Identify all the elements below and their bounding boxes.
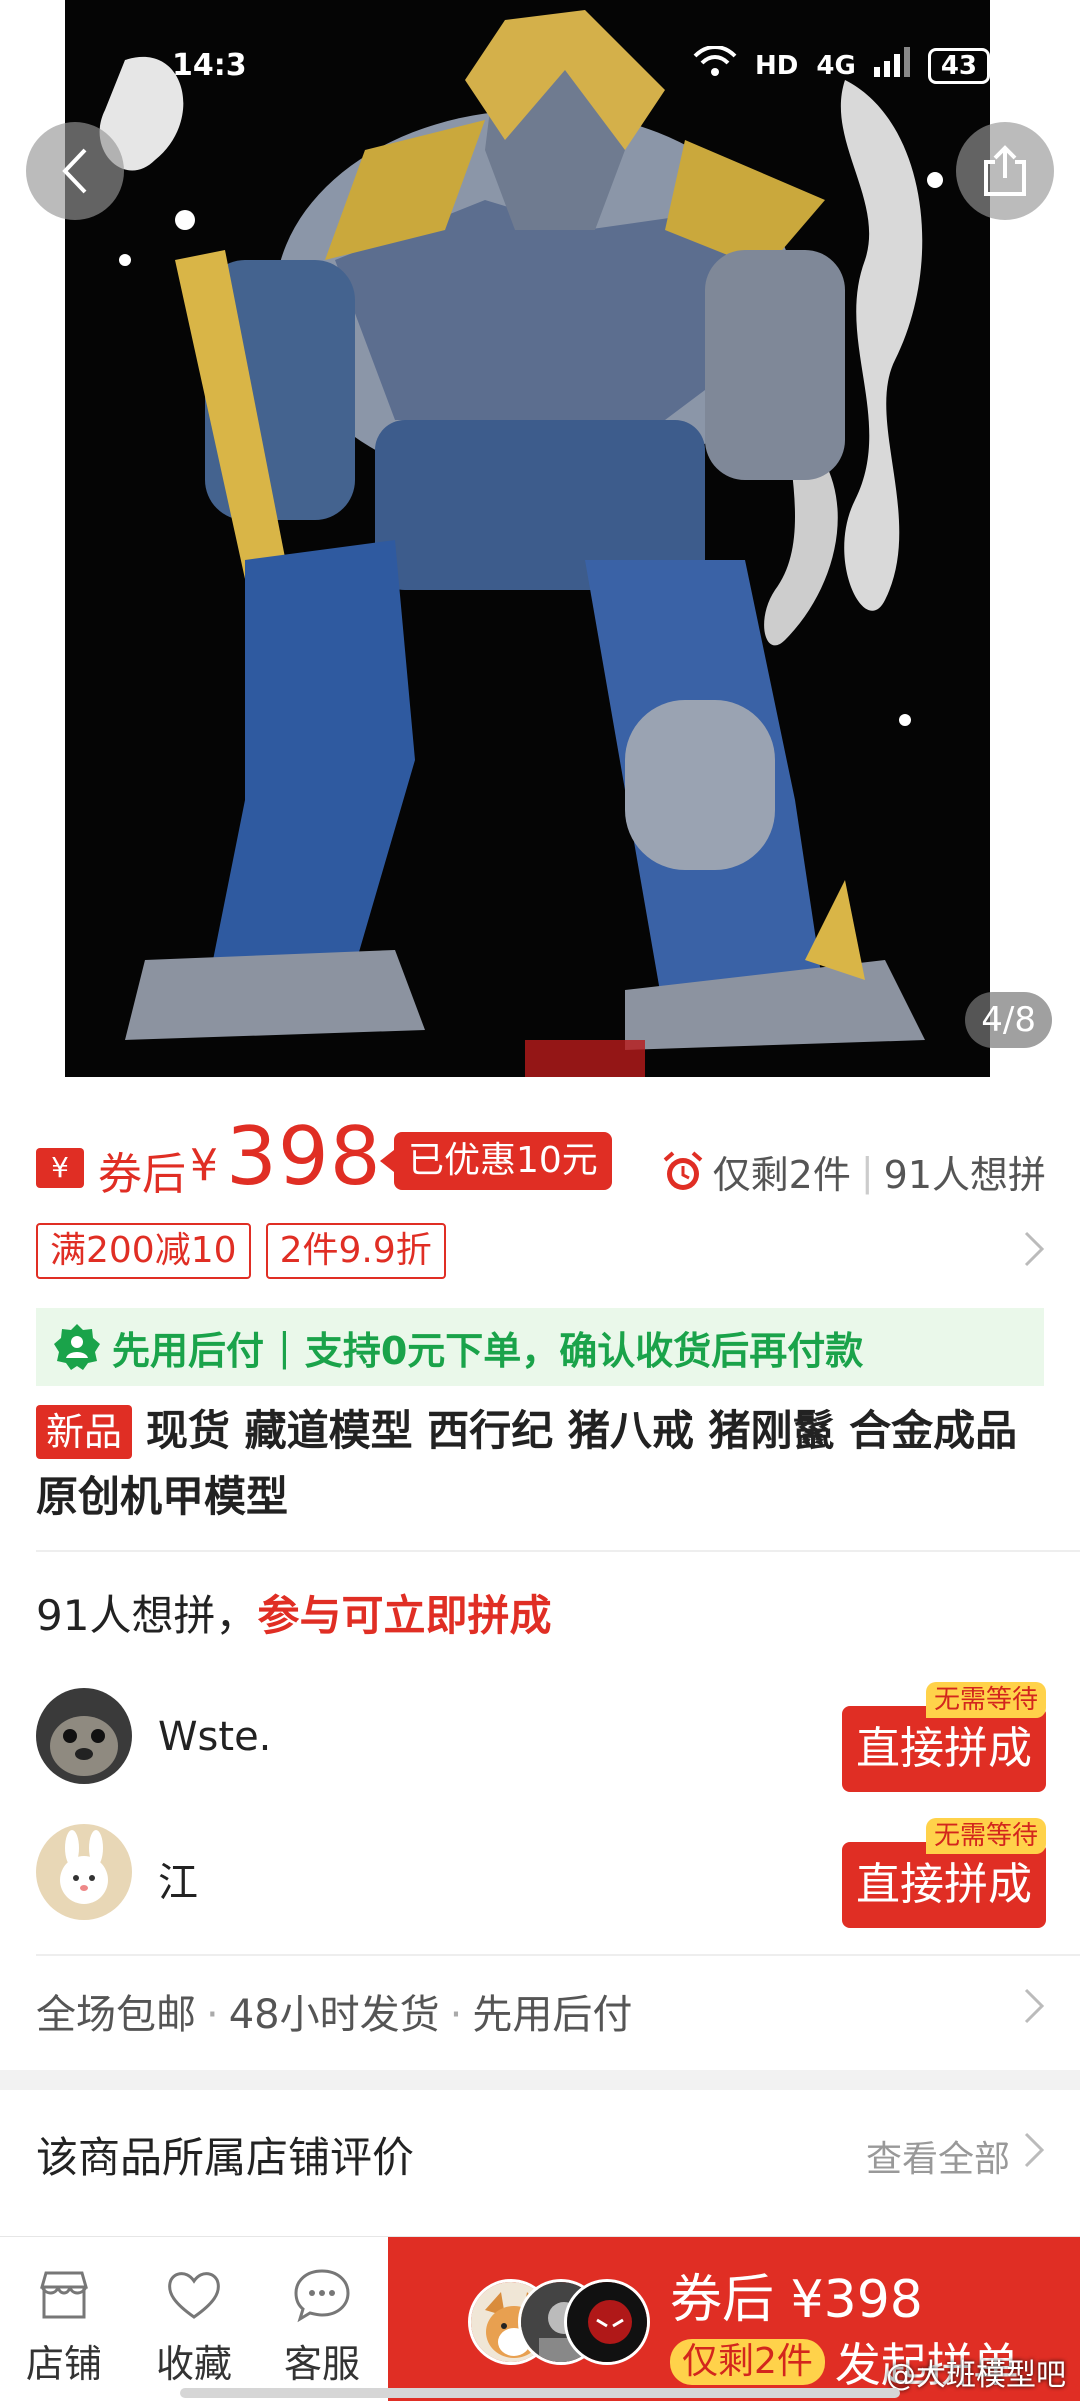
tab-customer-service[interactable]: 客服 — [262, 2265, 382, 2388]
reviews-title: 该商品所属店铺评价 — [36, 2133, 415, 2182]
mecha-figure-illustration — [99, 10, 943, 1077]
cta-price: 券后 ¥398 — [670, 2270, 923, 2330]
join-group-button[interactable]: 直接拼成 — [842, 1842, 1046, 1928]
cta-avatars — [468, 2279, 650, 2369]
pay-later-title: 先用后付 — [112, 1328, 265, 1373]
signal-icon — [873, 47, 910, 84]
share-icon — [984, 145, 1026, 196]
product-gallery[interactable]: 14:3 HD 4G 43 4/8 — [0, 0, 1080, 1077]
avatar — [36, 1824, 132, 1920]
service-item: 先用后付 — [472, 1992, 633, 2038]
separator: | — [278, 1325, 291, 1369]
separator: · — [206, 1992, 219, 2038]
service-item: 全场包邮 — [36, 1992, 196, 2038]
section-gap — [0, 2070, 1080, 2090]
join-button-label: 直接拼成 — [856, 1723, 1032, 1774]
image-counter: 4/8 — [965, 992, 1052, 1048]
avatar — [564, 2279, 650, 2365]
signal-label: 4G — [816, 50, 856, 81]
no-wait-tag: 无需等待 — [925, 1682, 1046, 1718]
new-badge: 新品 — [36, 1405, 133, 1459]
view-all-link[interactable]: 查看全部 — [866, 2130, 1010, 2182]
product-title: 新品 现货 藏道模型 西行纪 猪八戒 猪刚鬣 合金成品 原创机甲模型 — [36, 1398, 1046, 1530]
cta-stock-badge: 仅剩2件 — [670, 2339, 825, 2385]
product-photo[interactable] — [65, 0, 990, 1077]
battery-indicator: 43 — [927, 47, 990, 84]
chevron-left-icon — [62, 148, 87, 194]
promo-tag: 满200减10 — [36, 1223, 251, 1279]
tab-label: 店铺 — [25, 2342, 102, 2386]
pay-later-banner[interactable]: 先用后付 | 支持0元下单，确认收货后再付款 — [36, 1308, 1044, 1386]
tab-label: 客服 — [283, 2342, 360, 2386]
service-row[interactable]: 全场包邮 · 48小时发货 · 先用后付 — [36, 1982, 1046, 2040]
wanters-text: 91人想拼 — [883, 1153, 1046, 1197]
price-row: ¥ 券后 ¥ 398 已优惠10元 仅剩2件 | 91人想拼 — [36, 1110, 1046, 1208]
group-user-name: Wste. — [158, 1714, 272, 1760]
store-icon — [40, 2271, 88, 2319]
status-icons: HD 4G 43 — [693, 45, 990, 85]
heart-icon — [168, 2272, 220, 2319]
group-user-name: 江 — [158, 1860, 198, 1906]
tab-favorite[interactable]: 收藏 — [134, 2265, 254, 2388]
discount-tag: 已优惠10元 — [380, 1132, 612, 1190]
join-button-label: 直接拼成 — [856, 1859, 1032, 1910]
badge-check-icon — [54, 1324, 100, 1370]
watermark: @大班模型吧 — [886, 2358, 1066, 2393]
home-indicator — [180, 2388, 900, 2398]
status-bar: 14:3 HD 4G 43 — [0, 0, 1080, 130]
product-title-text: 现货 藏道模型 西行纪 猪八戒 猪刚鬣 合金成品 原创机甲模型 — [36, 1406, 1018, 1521]
coupon-icon: ¥ — [36, 1148, 84, 1188]
no-wait-tag: 无需等待 — [925, 1818, 1046, 1854]
share-button[interactable] — [956, 122, 1054, 220]
group-count: 91人想拼， — [36, 1591, 258, 1640]
wifi-icon — [693, 45, 737, 85]
price-label: 券后 — [98, 1149, 186, 1200]
reviews-header[interactable]: 该商品所属店铺评价 查看全部 — [36, 2120, 1046, 2190]
stock-info: 仅剩2件 | 91人想拼 — [661, 1144, 1046, 1199]
join-group-button[interactable]: 直接拼成 — [842, 1706, 1046, 1792]
separator: · — [449, 1992, 463, 2038]
price-value: 398 — [226, 1110, 382, 1203]
back-button[interactable] — [26, 122, 124, 220]
tab-store[interactable]: 店铺 — [4, 2265, 124, 2388]
service-item: 48小时发货 — [228, 1992, 440, 2038]
pay-later-detail: 支持0元下单，确认收货后再付款 — [304, 1328, 864, 1373]
divider — [36, 1550, 1080, 1552]
promo-row[interactable]: 满200减10 2件9.9折 — [36, 1223, 1046, 1279]
group-row: 江 直接拼成 无需等待 — [36, 1818, 1046, 1928]
promo-tag: 2件9.9折 — [265, 1223, 446, 1279]
group-row: Wste. 直接拼成 无需等待 — [36, 1682, 1046, 1792]
alarm-clock-icon — [663, 1150, 702, 1190]
chevron-right-icon — [1024, 1988, 1045, 2024]
status-time: 14:3 — [172, 48, 247, 83]
chevron-right-icon — [1024, 2132, 1045, 2168]
separator: | — [860, 1149, 874, 1194]
group-accent: 参与可立即拼成 — [257, 1591, 552, 1640]
stock-text: 仅剩2件 — [712, 1153, 851, 1197]
chevron-right-icon — [1024, 1231, 1045, 1267]
divider — [36, 1954, 1080, 1956]
chat-icon — [294, 2269, 350, 2323]
price-currency: ¥ — [190, 1140, 218, 1191]
network-label: HD — [755, 50, 799, 81]
tab-label: 收藏 — [155, 2342, 232, 2386]
avatar — [36, 1688, 132, 1784]
group-buy-header: 91人想拼，参与可立即拼成 — [36, 1582, 551, 1643]
